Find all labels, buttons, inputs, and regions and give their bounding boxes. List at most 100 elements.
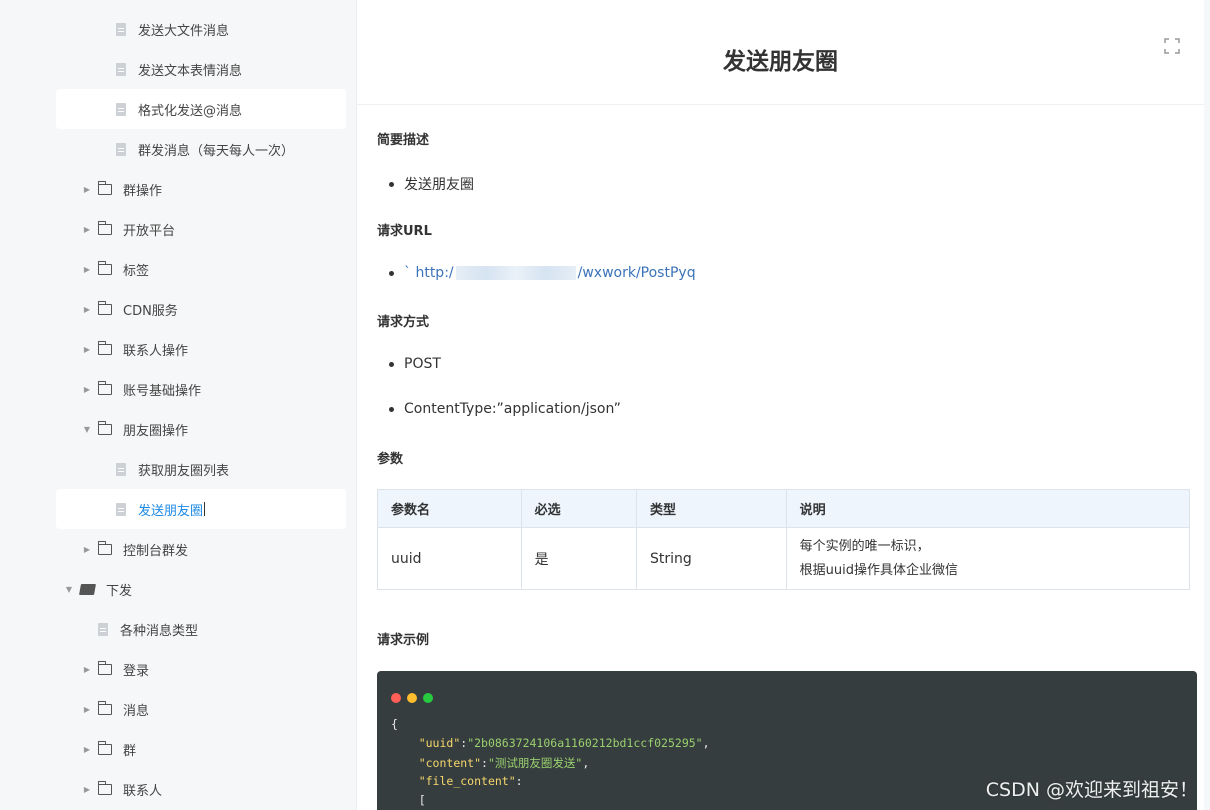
sidebar-folder-groups[interactable]: ▶ 群 — [56, 729, 346, 769]
text-cursor — [204, 502, 206, 516]
param-type-cell: String — [636, 527, 787, 590]
sidebar-item-group-message[interactable]: 群发消息（每天每人一次） — [56, 129, 346, 169]
sidebar-item-label: 群 — [123, 743, 137, 759]
document-icon — [98, 622, 108, 636]
sidebar-item-label: 朋友圈操作 — [123, 423, 189, 439]
params-heading: 参数 — [377, 452, 404, 467]
folder-icon — [97, 380, 112, 395]
document-icon — [116, 62, 126, 76]
sidebar-item-label: 发送大文件消息 — [138, 23, 230, 39]
folder-icon — [97, 700, 112, 715]
document-icon — [116, 102, 126, 116]
fullscreen-icon[interactable] — [1164, 38, 1180, 54]
caret-right-icon[interactable]: ▶ — [82, 345, 92, 354]
folder-icon — [97, 540, 112, 555]
sidebar-folder-tags[interactable]: ▶ 标签 — [56, 249, 346, 289]
content-type-list-item: ContentType:”application/json” — [389, 401, 621, 417]
sidebar-item-label: 控制台群发 — [123, 543, 189, 559]
caret-down-icon[interactable]: ▼ — [64, 585, 74, 594]
summary-list-item: 发送朋友圈 — [389, 174, 474, 194]
folder-icon — [97, 340, 112, 355]
page-title: 发送朋友圈 — [723, 49, 838, 75]
sidebar-item-message-types[interactable]: 各种消息类型 — [56, 609, 346, 649]
param-desc-cell: 每个实例的唯一标识， 根据uuid操作具体企业微信 — [785, 527, 1191, 590]
sidebar-folder-dispatch[interactable]: ▼ 下发 — [56, 569, 346, 609]
code-string: "2b0863724106a1160212bd1ccf025295" — [467, 736, 703, 750]
sidebar-folder-moments-ops[interactable]: ▼ 朋友圈操作 — [56, 409, 346, 449]
redacted-host — [455, 266, 576, 280]
code-string: "测试朋友圈发送" — [487, 756, 583, 770]
sidebar-item-send-large-file[interactable]: 发送大文件消息 — [56, 9, 346, 49]
watermark: CSDN @欢迎来到祖安！ — [985, 779, 1198, 801]
document-icon — [116, 142, 126, 156]
url-prefix: ` http:/ — [404, 265, 454, 281]
sidebar-item-label: 群操作 — [123, 183, 163, 199]
caret-right-icon[interactable]: ▶ — [82, 745, 92, 754]
code-line: "uuid":"2b0863724106a1160212bd1ccf025295… — [418, 736, 710, 750]
page-header: 发送朋友圈 — [357, 0, 1204, 105]
caret-right-icon[interactable]: ▶ — [82, 305, 92, 314]
sidebar-item-label: 获取朋友圈列表 — [138, 463, 230, 479]
caret-down-icon[interactable]: ▼ — [82, 425, 92, 434]
sidebar-item-label: 登录 — [123, 663, 150, 679]
caret-right-icon[interactable]: ▶ — [82, 185, 92, 194]
folder-icon — [97, 740, 112, 755]
url-list-item: ` http:/ /wxwork/PostPyq — [389, 265, 696, 281]
caret-right-icon[interactable]: ▶ — [82, 705, 92, 714]
sidebar-folder-console-broadcast[interactable]: ▶ 控制台群发 — [56, 529, 346, 569]
document-icon — [116, 502, 126, 516]
sidebar-item-send-moments[interactable]: 发送朋友圈 — [56, 489, 346, 529]
caret-right-icon[interactable]: ▶ — [82, 265, 92, 274]
folder-icon — [97, 660, 112, 675]
sidebar-item-send-text-emoji[interactable]: 发送文本表情消息 — [56, 49, 346, 89]
caret-right-icon[interactable]: ▶ — [82, 225, 92, 234]
column-header: 必选 — [520, 489, 638, 528]
caret-right-icon[interactable]: ▶ — [82, 545, 92, 554]
red-dot-icon — [391, 693, 401, 703]
bullet-dot — [389, 270, 394, 276]
method-heading: 请求方式 — [377, 315, 430, 330]
document-icon — [116, 22, 126, 36]
caret-right-icon[interactable]: ▶ — [82, 785, 92, 794]
url-suffix: /wxwork/PostPyq — [577, 265, 696, 281]
sidebar-folder-cdn[interactable]: ▶ CDN服务 — [56, 289, 346, 329]
sidebar-item-label: 各种消息类型 — [120, 623, 199, 639]
request-url-link[interactable]: ` http:/ /wxwork/PostPyq — [404, 265, 696, 281]
sidebar-item-label: 开放平台 — [123, 223, 176, 239]
caret-right-icon[interactable]: ▶ — [82, 665, 92, 674]
folder-icon — [97, 300, 112, 315]
code-line: "file_content": — [418, 774, 523, 788]
sidebar-item-format-at-message[interactable]: 格式化发送@消息 — [56, 89, 346, 129]
sidebar-folder-open-platform[interactable]: ▶ 开放平台 — [56, 209, 346, 249]
sidebar-item-label: 下发 — [106, 583, 133, 599]
sidebar-item-label: 消息 — [123, 703, 150, 719]
url-heading: 请求URL — [377, 224, 432, 239]
example-heading: 请求示例 — [377, 633, 430, 648]
caret-right-icon[interactable]: ▶ — [82, 385, 92, 394]
folder-icon — [97, 220, 112, 235]
desc-line: 根据uuid操作具体企业微信 — [799, 562, 958, 578]
param-required-cell: 是 — [520, 527, 638, 590]
column-header: 参数名 — [377, 489, 522, 528]
bullet-dot — [389, 361, 394, 367]
folder-icon — [97, 420, 112, 435]
sidebar-folder-contacts[interactable]: ▶ 联系人 — [56, 769, 346, 809]
window-dots — [391, 693, 433, 703]
sidebar-item-label: 联系人操作 — [123, 343, 189, 359]
sidebar-item-label: 格式化发送@消息 — [138, 103, 243, 119]
doc-panel: 发送朋友圈 简要描述 发送朋友圈 请求URL ` http:/ /wxwork/P… — [356, 0, 1204, 810]
yellow-dot-icon — [407, 693, 417, 703]
sidebar-folder-login[interactable]: ▶ 登录 — [56, 649, 346, 689]
code-key: "file_content" — [418, 774, 516, 788]
sidebar-folder-messages[interactable]: ▶ 消息 — [56, 689, 346, 729]
code-bracket: [ — [418, 793, 426, 807]
params-table: 参数名 必选 类型 说明 uuid 是 String 每个实例的唯一标识， 根据… — [377, 489, 1191, 590]
sidebar-item-get-moments[interactable]: 获取朋友圈列表 — [56, 449, 346, 489]
green-dot-icon — [423, 693, 433, 703]
sidebar-folder-account-basic[interactable]: ▶ 账号基础操作 — [56, 369, 346, 409]
folder-icon — [97, 180, 112, 195]
sidebar-folder-contacts-ops[interactable]: ▶ 联系人操作 — [56, 329, 346, 369]
folder-open-icon — [79, 583, 96, 595]
sidebar-folder-group-ops[interactable]: ▶ 群操作 — [56, 169, 346, 209]
sidebar-item-label: CDN服务 — [123, 303, 178, 319]
